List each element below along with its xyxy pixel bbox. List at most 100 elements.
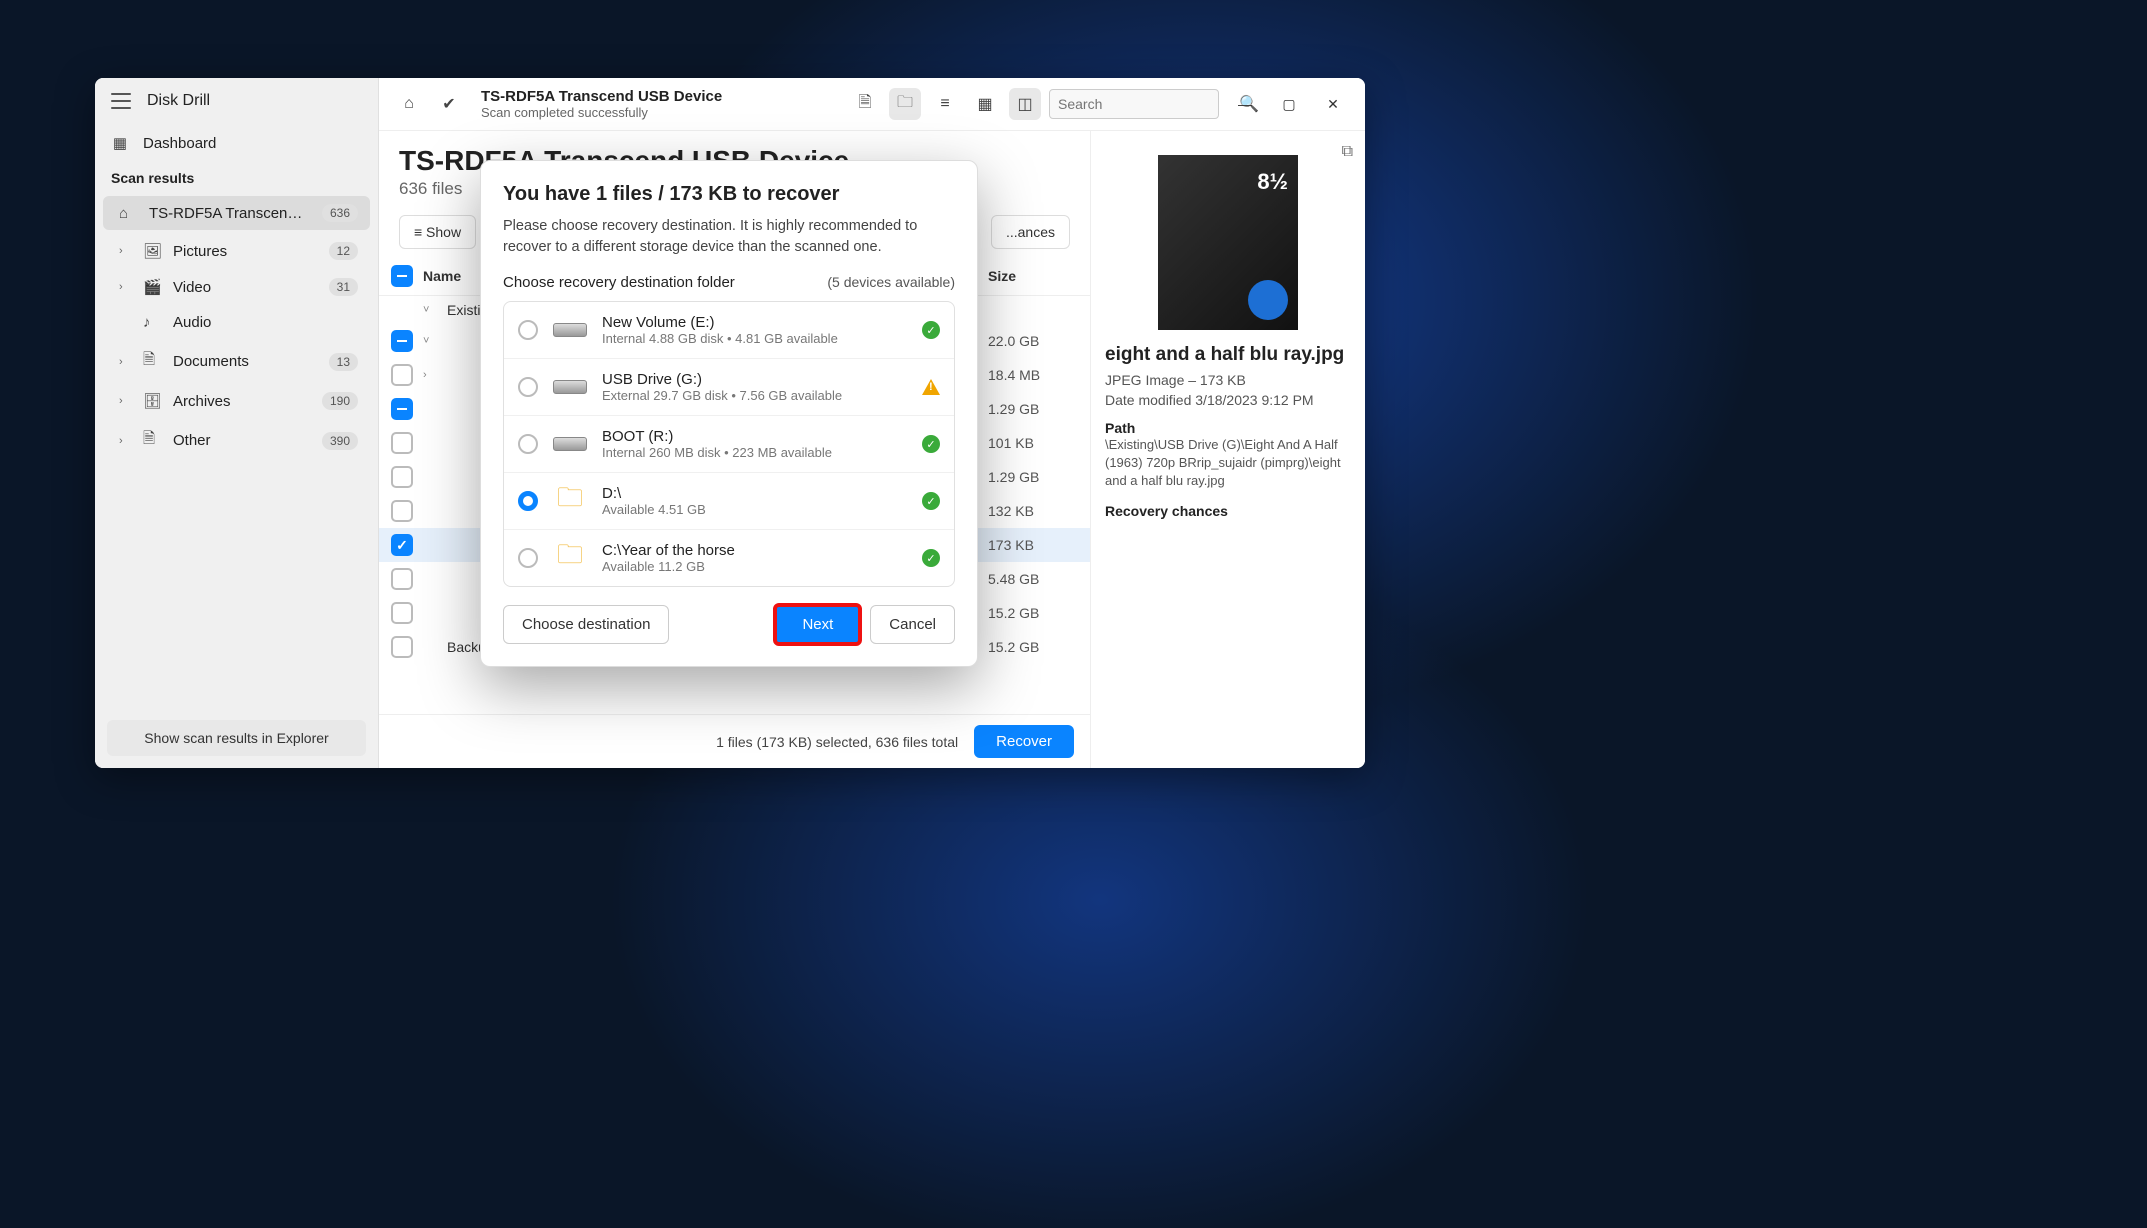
close-button[interactable]: ✕ (1315, 88, 1351, 120)
search-box[interactable]: 🔍 (1049, 89, 1219, 119)
row-checkbox[interactable] (391, 364, 413, 386)
dest-meta: External 29.7 GB disk • 7.56 GB availabl… (602, 388, 908, 403)
row-size: 15.2 GB (988, 605, 1078, 621)
cat-label: Pictures (173, 243, 317, 260)
chevron-right-icon: › (119, 395, 131, 407)
chevron-icon[interactable]: ˅ (423, 304, 437, 316)
folder-view-icon[interactable]: 🗀 (889, 88, 921, 120)
cat-count: 13 (329, 353, 358, 371)
destination-label: Choose recovery destination folder (503, 274, 735, 291)
cat-label: Audio (173, 314, 358, 331)
choose-destination-button[interactable]: Choose destination (503, 605, 669, 644)
detail-date: Date modified 3/18/2023 9:12 PM (1105, 392, 1351, 408)
dest-meta: Internal 260 MB disk • 223 MB available (602, 445, 908, 460)
toolbar-sub: Scan completed successfully (481, 105, 722, 120)
dest-row[interactable]: 🗀 D:\ Available 4.51 GB ✓ (504, 473, 954, 530)
hdd-icon (552, 432, 588, 456)
row-checkbox[interactable] (391, 636, 413, 658)
detail-type: JPEG Image – 173 KB (1105, 372, 1351, 388)
cat-icon: 🗄 (143, 392, 161, 410)
list-view-icon[interactable]: ≡ (929, 88, 961, 120)
ok-icon: ✓ (922, 549, 940, 567)
search-input[interactable] (1058, 96, 1239, 112)
minimize-button[interactable]: — (1227, 88, 1263, 120)
maximize-button[interactable]: ▢ (1271, 88, 1307, 120)
row-size: 18.4 MB (988, 367, 1078, 383)
folder-icon: 🗀 (552, 546, 588, 570)
sidebar-cat-video[interactable]: › 🎬 Video 31 (103, 270, 370, 304)
next-button[interactable]: Next (775, 605, 860, 644)
recover-button[interactable]: Recover (974, 725, 1074, 758)
panel-view-icon[interactable]: ◫ (1009, 88, 1041, 120)
chances-filter-button[interactable]: ...ances (991, 215, 1070, 249)
row-size: 5.48 GB (988, 571, 1078, 587)
col-size-header[interactable]: Size (988, 268, 1078, 284)
sidebar-cat-pictures[interactable]: › 🖼 Pictures 12 (103, 234, 370, 268)
select-all-checkbox[interactable] (391, 265, 413, 287)
dest-radio[interactable] (518, 320, 538, 340)
drive-icon: ⌂ (119, 205, 137, 222)
sidebar-cat-documents[interactable]: › 🗎 Documents 13 (103, 341, 370, 382)
cat-count: 390 (322, 432, 358, 450)
cat-label: Video (173, 279, 317, 296)
app-title: Disk Drill (147, 92, 210, 110)
home-icon[interactable]: ⌂ (393, 88, 425, 120)
cat-icon: 🖼 (143, 242, 161, 260)
modal-description: Please choose recovery destination. It i… (503, 216, 955, 258)
dest-row[interactable]: BOOT (R:) Internal 260 MB disk • 223 MB … (504, 416, 954, 473)
status-bar: 1 files (173 KB) selected, 636 files tot… (379, 714, 1090, 768)
row-checkbox[interactable] (391, 330, 413, 352)
cancel-button[interactable]: Cancel (870, 605, 955, 644)
sidebar-cat-audio[interactable]: ♪ Audio (103, 306, 370, 339)
hdd-icon (552, 375, 588, 399)
dest-row[interactable]: 🗀 C:\Year of the horse Available 11.2 GB… (504, 530, 954, 586)
ok-icon: ✓ (922, 492, 940, 510)
row-size: 15.2 GB (988, 639, 1078, 655)
row-size: 1.29 GB (988, 469, 1078, 485)
hamburger-icon[interactable] (111, 93, 131, 109)
row-size: 132 KB (988, 503, 1078, 519)
cat-count: 31 (329, 278, 358, 296)
grid-view-icon[interactable]: ▦ (969, 88, 1001, 120)
sidebar-device-label: TS-RDF5A Transcend US... (149, 205, 310, 222)
sidebar-cat-other[interactable]: › 🗎 Other 390 (103, 420, 370, 461)
nav-dashboard[interactable]: ▦ Dashboard (95, 124, 378, 162)
dest-name: New Volume (E:) (602, 314, 908, 331)
detail-panel: ⧉ eight and a half blu ray.jpg JPEG Imag… (1090, 131, 1365, 768)
hdd-icon (552, 318, 588, 342)
dest-radio[interactable] (518, 491, 538, 511)
sidebar-cat-archives[interactable]: › 🗄 Archives 190 (103, 384, 370, 418)
dest-row[interactable]: New Volume (E:) Internal 4.88 GB disk • … (504, 302, 954, 359)
dest-row[interactable]: USB Drive (G:) External 29.7 GB disk • 7… (504, 359, 954, 416)
row-checkbox[interactable] (391, 534, 413, 556)
row-checkbox[interactable] (391, 568, 413, 590)
cat-icon: 🗎 (143, 349, 161, 374)
row-checkbox[interactable] (391, 500, 413, 522)
dest-info: BOOT (R:) Internal 260 MB disk • 223 MB … (602, 428, 908, 460)
sidebar-device-row[interactable]: ⌂ TS-RDF5A Transcend US... 636 (103, 196, 370, 230)
show-filter-button[interactable]: ≡ Show (399, 215, 476, 249)
check-status-icon: ✔ (433, 88, 465, 120)
ok-icon: ✓ (922, 321, 940, 339)
file-view-icon[interactable]: 🗎 (849, 88, 881, 120)
row-checkbox[interactable] (391, 398, 413, 420)
chevron-icon[interactable]: ˅ (423, 335, 437, 347)
row-checkbox[interactable] (391, 432, 413, 454)
show-in-explorer-button[interactable]: Show scan results in Explorer (107, 720, 366, 756)
detail-path: \Existing\USB Drive (G)\Eight And A Half… (1105, 436, 1351, 491)
dest-info: USB Drive (G:) External 29.7 GB disk • 7… (602, 371, 908, 403)
modal-actions: Choose destination Next Cancel (503, 605, 955, 644)
next-highlight: Next (775, 605, 860, 644)
toolbar: ⌂ ✔ TS-RDF5A Transcend USB Device Scan c… (379, 78, 1365, 131)
chevron-icon[interactable]: › (423, 369, 437, 381)
dest-name: D:\ (602, 485, 908, 502)
popout-icon[interactable]: ⧉ (1342, 143, 1353, 161)
sidebar-header: Disk Drill (95, 78, 378, 124)
dest-radio[interactable] (518, 434, 538, 454)
destination-list[interactable]: New Volume (E:) Internal 4.88 GB disk • … (503, 301, 955, 587)
dest-radio[interactable] (518, 377, 538, 397)
row-checkbox[interactable] (391, 466, 413, 488)
row-checkbox[interactable] (391, 602, 413, 624)
dest-radio[interactable] (518, 548, 538, 568)
cat-label: Archives (173, 393, 310, 410)
